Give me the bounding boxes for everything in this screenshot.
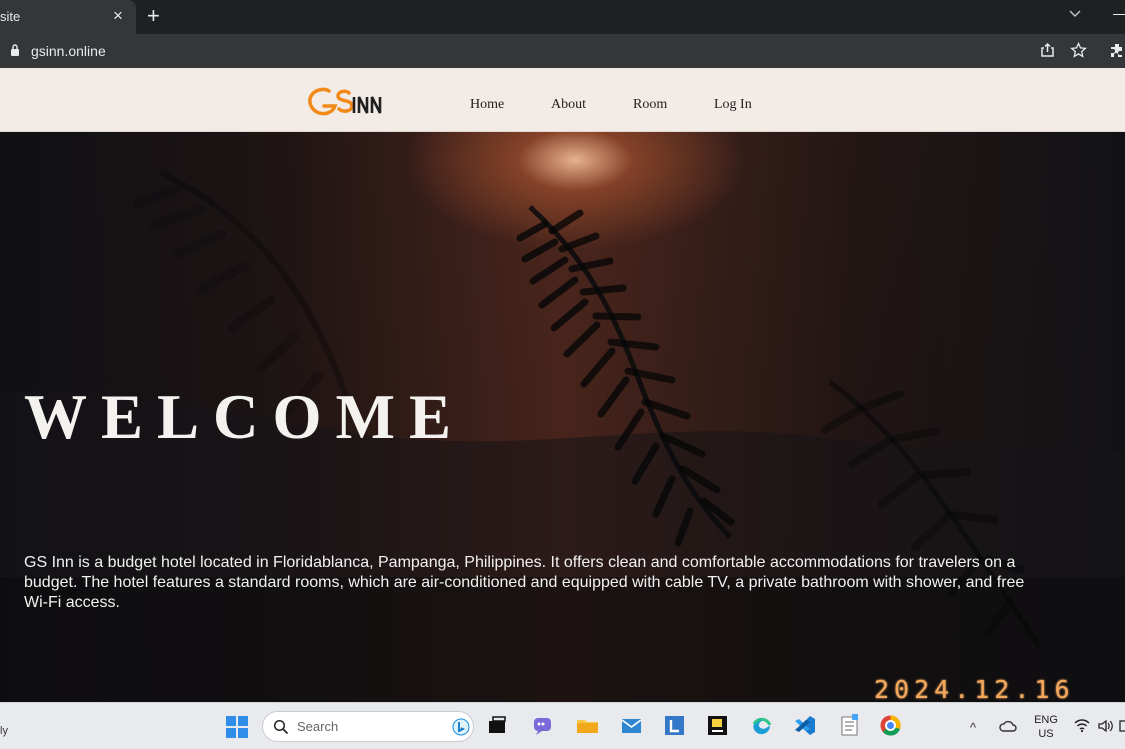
- new-tab-button[interactable]: +: [147, 3, 160, 29]
- browser-tab-title[interactable]: site: [0, 9, 20, 24]
- browser-tab[interactable]: site ×: [0, 0, 136, 34]
- task-view-icon[interactable]: [485, 713, 510, 738]
- battery-icon[interactable]: [1119, 718, 1125, 734]
- chevron-down-icon[interactable]: [1067, 5, 1083, 21]
- search-icon: [273, 719, 288, 734]
- volume-icon[interactable]: [1097, 718, 1113, 734]
- hidden-icons-chevron[interactable]: ^: [970, 720, 976, 735]
- chat-icon[interactable]: [530, 713, 555, 738]
- nav-about-link[interactable]: About: [551, 97, 586, 113]
- taskbar-search-placeholder[interactable]: Search: [297, 719, 338, 734]
- file-explorer-icon[interactable]: [575, 713, 600, 738]
- wifi-icon[interactable]: [1074, 718, 1090, 733]
- nav-home-link[interactable]: Home: [470, 97, 504, 113]
- vscode-icon[interactable]: [792, 713, 817, 738]
- hero-section: WELCOME GS Inn is a budget hotel located…: [0, 132, 1125, 702]
- language-indicator[interactable]: ENG US: [1033, 713, 1059, 741]
- l-app-icon[interactable]: [662, 713, 687, 738]
- pycharm-icon[interactable]: [705, 713, 730, 738]
- edge-icon[interactable]: [748, 713, 773, 738]
- browser-address-bar: gsinn.online: [0, 34, 1125, 68]
- taskbar-left-text: ly: [0, 725, 8, 737]
- gs-inn-logo[interactable]: [305, 84, 397, 120]
- hero-description: GS Inn is a budget hotel located in Flor…: [24, 554, 1025, 611]
- chrome-icon[interactable]: [878, 713, 903, 738]
- minimize-icon[interactable]: [1113, 14, 1125, 15]
- nav-login-link[interactable]: Log In: [714, 97, 752, 113]
- windows-start-icon[interactable]: [225, 715, 249, 739]
- language-code: ENG: [1034, 714, 1058, 726]
- bing-icon[interactable]: [452, 718, 470, 736]
- date-stamp-overlay: 2024.12.16: [874, 675, 1075, 704]
- nav-room-link[interactable]: Room: [633, 97, 667, 113]
- extensions-icon[interactable]: [1109, 42, 1125, 59]
- star-icon[interactable]: [1070, 42, 1087, 59]
- site-navigation: Home About Room Log In: [0, 68, 1125, 132]
- browser-tab-bar: site × +: [0, 0, 1125, 34]
- cloud-status-icon[interactable]: [999, 719, 1017, 733]
- hero-title: WELCOME: [24, 382, 466, 452]
- close-tab-icon[interactable]: ×: [113, 5, 123, 27]
- url-text[interactable]: gsinn.online: [31, 43, 106, 59]
- mail-icon[interactable]: [619, 713, 644, 738]
- notepad-icon[interactable]: [837, 713, 862, 738]
- taskbar-search-box[interactable]: Search: [262, 711, 474, 742]
- lock-icon: [11, 44, 19, 56]
- windows-taskbar: ly Search ^ ENG US: [0, 702, 1125, 749]
- share-icon[interactable]: [1039, 42, 1056, 59]
- region-code: US: [1038, 728, 1054, 740]
